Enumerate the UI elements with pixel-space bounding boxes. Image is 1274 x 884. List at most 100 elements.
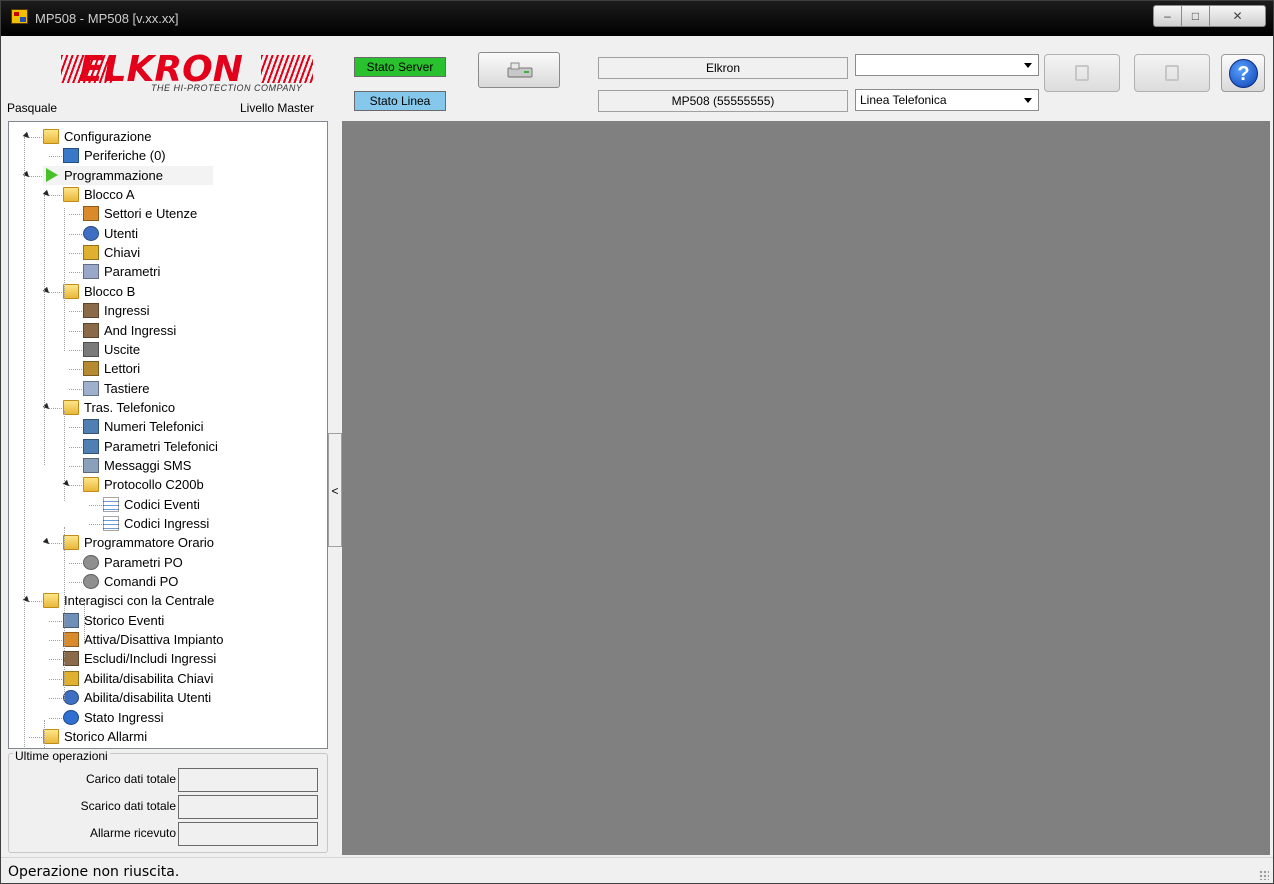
house-icon — [83, 206, 99, 222]
tree-connector — [69, 388, 82, 390]
connect-button[interactable] — [478, 52, 560, 88]
tree-connector — [69, 465, 82, 467]
stato-linea-indicator: Stato Linea — [354, 91, 446, 111]
allarme-label: Allarme ricevuto — [89, 826, 176, 840]
mobile-icon — [83, 457, 99, 473]
tree-guide-line — [64, 411, 65, 501]
tree-item-label: Codici Ingressi — [124, 516, 210, 531]
tree-item-label: Abilita/disabilita Utenti — [84, 690, 212, 706]
tree-guide-line — [84, 604, 85, 644]
close-button[interactable]: ✕ — [1209, 5, 1266, 27]
scarico-field — [178, 795, 318, 819]
connection-type-select[interactable]: Linea Telefonica — [855, 89, 1039, 111]
table-icon — [103, 516, 119, 531]
ops-row-scarico: Scarico dati totale — [26, 795, 318, 819]
folder-config-icon — [43, 129, 59, 144]
resize-grip-icon[interactable] — [1259, 870, 1269, 880]
tree-connector — [69, 330, 82, 332]
tree-connector — [69, 311, 82, 313]
tree-connector — [69, 582, 82, 584]
tree-connector — [49, 659, 62, 661]
tree-connector — [49, 698, 62, 700]
panel-select[interactable] — [855, 54, 1039, 76]
hourglass-icon — [83, 264, 99, 280]
tree-connector — [49, 156, 62, 158]
folder-icon — [83, 477, 99, 493]
help-icon: ? — [1229, 59, 1258, 88]
key-icon — [83, 245, 99, 261]
tree-connector — [69, 369, 82, 371]
workspace-area — [342, 121, 1270, 855]
tree-item-label: Comandi PO — [104, 574, 179, 590]
ops-row-carico: Carico dati totale — [26, 768, 318, 792]
carico-field — [178, 768, 318, 792]
app-icon — [11, 9, 28, 24]
tree-item-label: Codici Eventi — [124, 496, 200, 512]
header: ELKRON THE HI-PROTECTION COMPANY Pasqual… — [1, 37, 1273, 119]
navigation-tree[interactable]: Configurazione Periferiche (0) Programmazi… — [8, 121, 328, 749]
upload-button[interactable] — [1044, 54, 1120, 92]
folder-icon — [63, 187, 79, 203]
expand-arrow-icon[interactable] — [42, 538, 52, 547]
help-button[interactable]: ? — [1221, 54, 1265, 92]
door-icon — [83, 303, 99, 319]
tree-connector — [49, 195, 62, 197]
download-button[interactable] — [1134, 54, 1210, 92]
tree-connector — [69, 214, 82, 216]
phone-settings-icon — [83, 438, 99, 454]
clock-icon — [83, 574, 99, 590]
title-bar[interactable]: MP508 - MP508 [v.xx.xx] – □ ✕ — [1, 1, 1273, 36]
green-arrow-icon — [46, 167, 58, 182]
door-icon — [83, 322, 99, 338]
tree-item-label: Interagisci con la Centrale — [64, 593, 215, 609]
tree-guide-line — [64, 208, 65, 351]
clock-icon — [83, 554, 99, 570]
modem-icon — [507, 62, 533, 78]
maximize-button[interactable]: □ — [1181, 5, 1210, 27]
tree-item-label: Blocco B — [84, 283, 136, 299]
allarme-field — [178, 822, 318, 846]
scarico-label: Scarico dati totale — [80, 799, 176, 813]
tree-item-label: Messaggi SMS — [104, 457, 192, 473]
tree-item-label: Numeri Telefonici — [104, 419, 204, 435]
tree-item-label: Tras. Telefonico — [84, 399, 176, 415]
keyboard-icon — [83, 380, 99, 396]
tree-item-label: And Ingressi — [104, 322, 177, 338]
tree-guide-line — [64, 662, 65, 702]
tree-connector — [89, 524, 102, 525]
tree-connector — [29, 137, 42, 138]
chevron-down-icon — [1024, 63, 1032, 68]
tree-connector — [69, 427, 82, 429]
panel-splitter-toggle[interactable]: < — [328, 433, 342, 547]
history-icon — [63, 612, 79, 628]
tree-item-label: Stato Ingressi — [84, 709, 164, 725]
tree-guide-line — [44, 195, 45, 465]
network-icon — [63, 148, 79, 164]
tree-item-label: Abilita/disabilita Chiavi — [84, 670, 214, 686]
tree-connector — [49, 640, 62, 642]
user-toggle-icon — [63, 690, 79, 706]
tree-item[interactable]: Programmazione — [43, 165, 213, 185]
tree-item-label: Attiva/Disattiva Impianto — [84, 632, 224, 648]
phone-icon — [83, 419, 99, 435]
folder-icon — [63, 283, 79, 299]
minimize-button[interactable]: – — [1153, 5, 1182, 27]
ultime-operazioni-title: Ultime operazioni — [13, 749, 110, 763]
tree-item-label: Blocco A — [84, 187, 135, 203]
download-icon — [1165, 65, 1179, 81]
door-toggle-icon — [63, 651, 79, 667]
tree-connector — [69, 485, 82, 487]
panel-model-label: MP508 (55555555) — [598, 90, 848, 112]
tree-item-label: Tastiere — [104, 380, 150, 396]
tree-connector — [69, 446, 82, 448]
ops-row-allarme: Allarme ricevuto — [26, 822, 318, 846]
tree-item-label: Programmazione — [64, 167, 163, 183]
tree-connector — [69, 233, 82, 235]
folder-icon — [63, 535, 79, 551]
tree-connector — [29, 736, 42, 738]
user-icon — [83, 225, 99, 241]
upload-icon — [1075, 65, 1089, 81]
tree-item-label: Escludi/Includi Ingressi — [84, 651, 217, 667]
tree-item-label: Storico Eventi — [84, 612, 165, 628]
table-icon — [103, 496, 119, 512]
